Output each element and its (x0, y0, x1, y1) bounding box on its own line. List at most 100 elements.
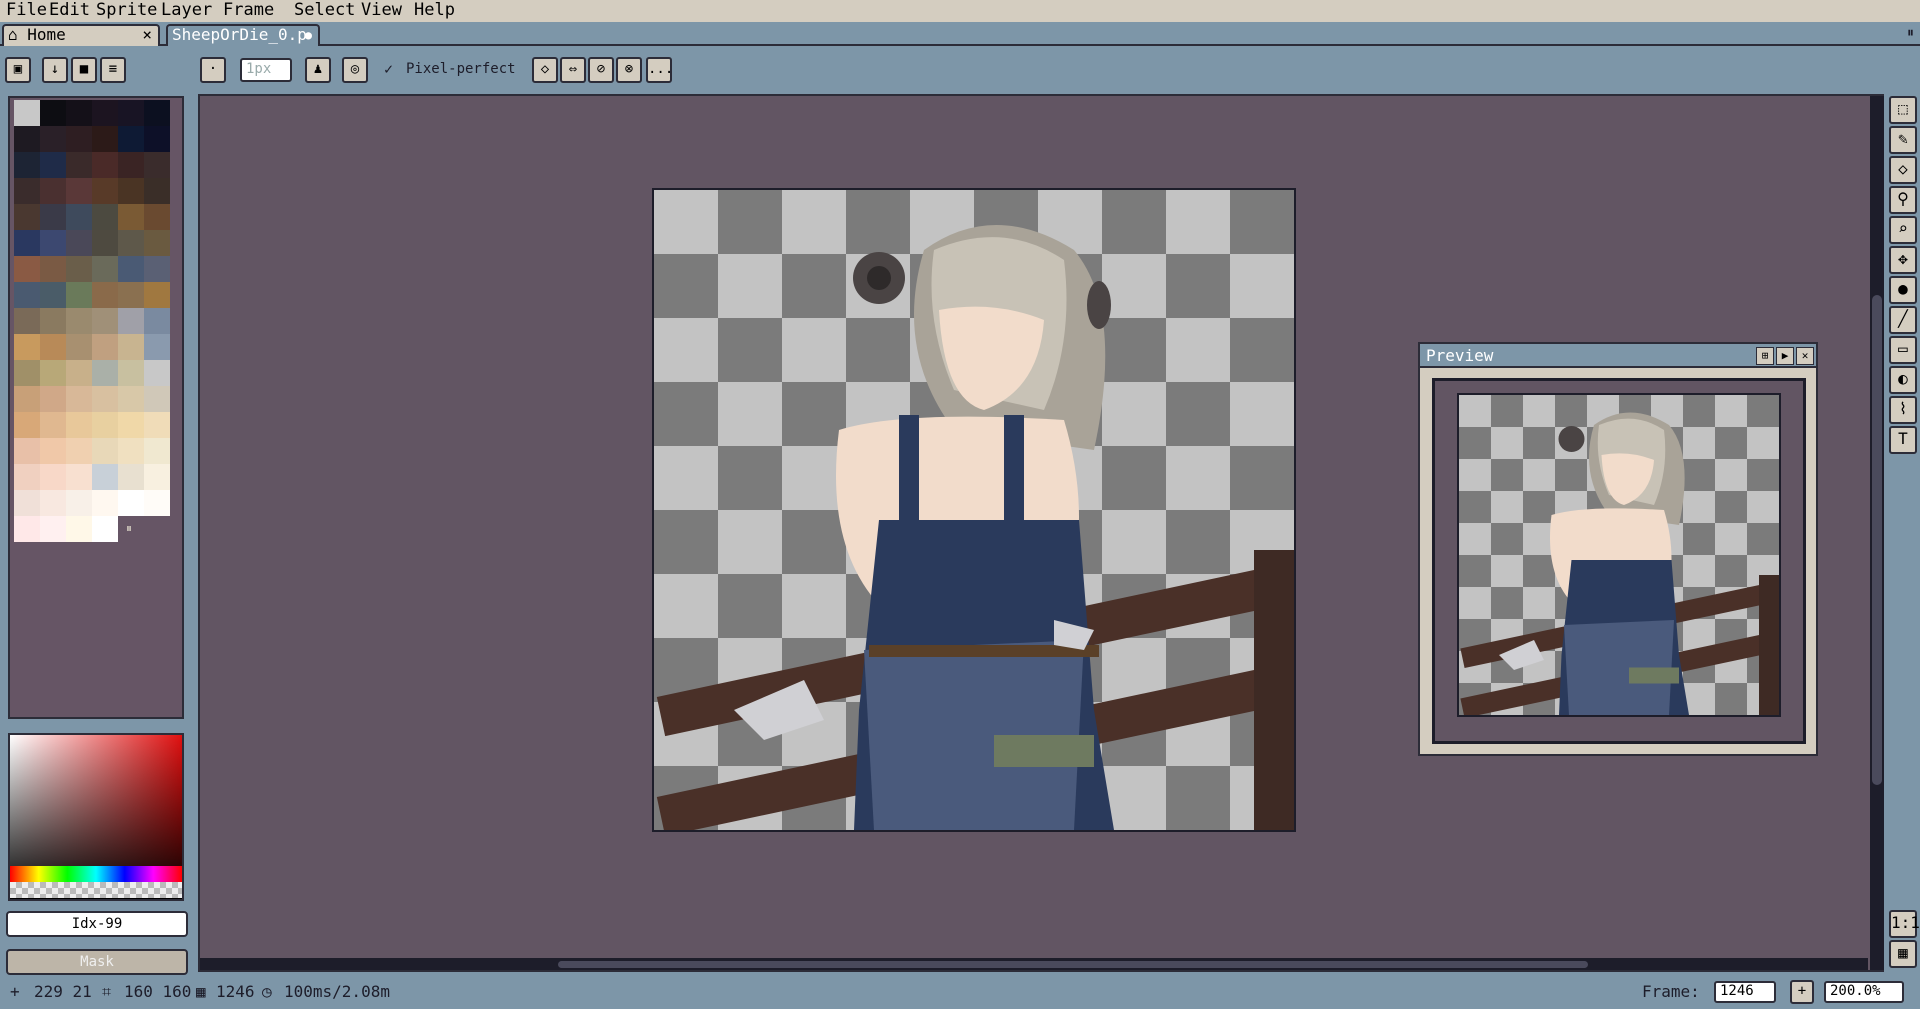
blur-tool-icon[interactable]: ⌇ (1889, 396, 1917, 424)
opacity-icon[interactable]: ◎ (342, 57, 368, 83)
menu-sprite[interactable]: Sprite (96, 0, 157, 22)
palette-swatch[interactable] (92, 438, 118, 464)
menu-layer[interactable]: Layer (161, 0, 212, 22)
palette-swatch[interactable] (14, 412, 40, 438)
palette-swatch[interactable] (118, 100, 144, 126)
palette-swatch[interactable] (14, 126, 40, 152)
lock-icon[interactable]: ▣ (5, 57, 31, 83)
marquee-tool-icon[interactable]: ⬚ (1889, 96, 1917, 124)
vertical-scroll-thumb[interactable] (1872, 295, 1882, 785)
palette-swatch[interactable] (118, 256, 144, 282)
palette-swatch[interactable] (66, 178, 92, 204)
palette-swatch[interactable] (14, 230, 40, 256)
palette-swatch[interactable] (40, 464, 66, 490)
palette-swatch[interactable] (40, 438, 66, 464)
palette-swatch[interactable] (118, 230, 144, 256)
palette-swatch[interactable] (92, 386, 118, 412)
menu-help[interactable]: Help (414, 0, 455, 22)
tab-sprite-file[interactable]: SheepOrDie_0.p ● (166, 24, 320, 46)
add-frame-button[interactable]: + (1790, 980, 1814, 1004)
palette-swatch[interactable] (40, 178, 66, 204)
palette-swatch[interactable] (144, 360, 170, 386)
palette-swatch[interactable] (14, 464, 40, 490)
palette-swatch[interactable] (66, 204, 92, 230)
palette-swatch[interactable] (92, 126, 118, 152)
palette-swatch[interactable] (144, 334, 170, 360)
preview-play-icon[interactable]: ▶ (1776, 347, 1794, 365)
palette-swatch[interactable] (144, 308, 170, 334)
palette-swatch[interactable] (144, 412, 170, 438)
palette-swatch[interactable] (40, 360, 66, 386)
move-tool-icon[interactable]: ✥ (1889, 246, 1917, 274)
palette-swatch[interactable] (14, 308, 40, 334)
preview-titlebar[interactable]: Preview ⊞ ▶ ✕ (1420, 344, 1816, 368)
palette-swatch[interactable] (14, 100, 40, 126)
more-options-button[interactable]: ... (646, 57, 673, 83)
text-tool-icon[interactable]: T (1889, 426, 1917, 454)
palette-swatch[interactable] (14, 490, 40, 516)
palette-swatch[interactable] (66, 282, 92, 308)
menu-select[interactable]: Select (294, 0, 355, 22)
preview-close-icon[interactable]: ✕ (1796, 347, 1814, 365)
brush-shape-icon[interactable]: · (200, 57, 226, 83)
square-icon[interactable]: ■ (71, 57, 97, 83)
palette-swatch[interactable] (144, 256, 170, 282)
zoom-tool-icon[interactable]: ⌕ (1889, 216, 1917, 244)
sprite-canvas[interactable] (652, 188, 1296, 832)
palette-swatch[interactable] (66, 464, 92, 490)
palette-swatch[interactable] (14, 178, 40, 204)
palette-swatch[interactable] (92, 256, 118, 282)
palette-swatch[interactable] (118, 386, 144, 412)
palette-swatch[interactable] (14, 256, 40, 282)
palette-swatch[interactable] (144, 152, 170, 178)
palette-swatch[interactable] (40, 152, 66, 178)
palette-swatch[interactable] (14, 516, 40, 542)
palette-swatch[interactable] (66, 516, 92, 542)
palette-swatch[interactable] (92, 360, 118, 386)
symmetry-v-icon[interactable]: ⊗ (616, 57, 642, 83)
palette-swatch[interactable] (66, 126, 92, 152)
palette-swatch[interactable] (92, 464, 118, 490)
palette-swatch[interactable] (144, 386, 170, 412)
palette-swatch[interactable] (144, 490, 170, 516)
palette-swatch[interactable] (92, 178, 118, 204)
rectangle-tool-icon[interactable]: ▭ (1889, 336, 1917, 364)
palette-swatch[interactable] (118, 126, 144, 152)
palette-swatch[interactable] (118, 412, 144, 438)
alpha-slider[interactable] (10, 882, 182, 898)
palette-swatch[interactable] (66, 360, 92, 386)
palette-swatch[interactable] (92, 490, 118, 516)
menu-frame[interactable]: Frame (223, 0, 274, 22)
palette-swatch[interactable] (92, 204, 118, 230)
palette-swatch[interactable] (66, 152, 92, 178)
palette-swatch[interactable] (40, 126, 66, 152)
palette-swatch[interactable] (92, 282, 118, 308)
palette-swatch[interactable] (66, 308, 92, 334)
mask-button[interactable]: Mask (6, 949, 188, 975)
blob-tool-icon[interactable]: ◐ (1889, 366, 1917, 394)
close-icon[interactable]: × (142, 26, 152, 44)
palette-swatch[interactable] (40, 412, 66, 438)
horizontal-scroll-thumb[interactable] (558, 961, 1588, 968)
palette-swatch[interactable] (66, 412, 92, 438)
palette-swatch[interactable] (92, 516, 118, 542)
symmetry-h-icon[interactable]: ⇔ (560, 57, 586, 83)
palette-swatch[interactable] (40, 516, 66, 542)
palette-swatch[interactable] (40, 490, 66, 516)
palette-swatch[interactable] (144, 126, 170, 152)
color-index-field[interactable]: Idx-99 (6, 911, 188, 937)
pixel-perfect-label[interactable]: Pixel-perfect (406, 61, 516, 77)
palette-swatch[interactable] (118, 308, 144, 334)
menu-view[interactable]: View (361, 0, 402, 22)
pencil-tool-icon[interactable]: ✎ (1889, 126, 1917, 154)
tabs-overflow-icon[interactable]: ⏸ (1907, 25, 1914, 41)
palette-swatch[interactable] (118, 360, 144, 386)
palette-swatch[interactable] (14, 152, 40, 178)
palette-swatch[interactable] (118, 178, 144, 204)
palette-swatch[interactable] (118, 152, 144, 178)
palette-swatch[interactable] (118, 438, 144, 464)
palette-swatch[interactable] (66, 334, 92, 360)
eyedropper-tool-icon[interactable]: ⚲ (1889, 186, 1917, 214)
palette-swatch[interactable] (66, 230, 92, 256)
preview-window[interactable]: Preview ⊞ ▶ ✕ (1418, 342, 1818, 756)
